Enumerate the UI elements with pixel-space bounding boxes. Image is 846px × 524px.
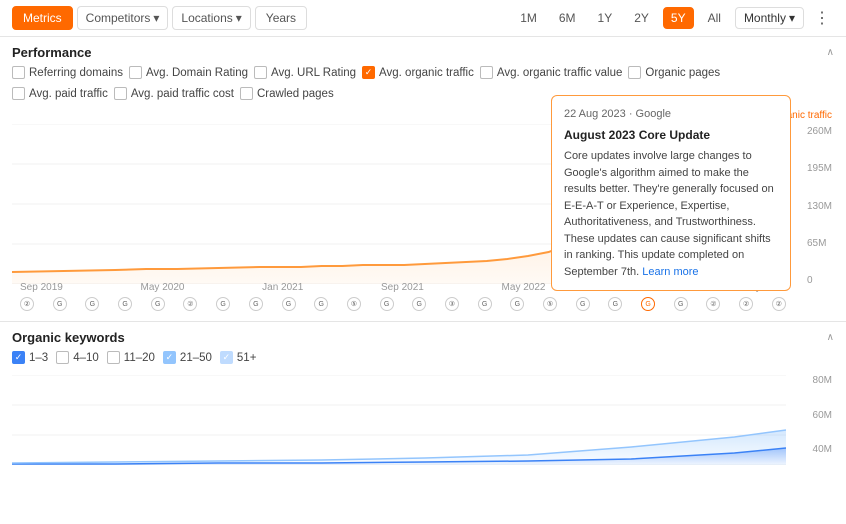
cb-organic-pages[interactable]: Organic pages bbox=[628, 66, 720, 79]
performance-section: Performance ∧ Referring domains Avg. Dom… bbox=[0, 37, 846, 322]
tab-metrics[interactable]: Metrics bbox=[12, 6, 73, 30]
cb-avg-domain-rating[interactable]: Avg. Domain Rating bbox=[129, 66, 248, 79]
event-dot-13[interactable]: G bbox=[412, 297, 426, 311]
event-dot-14[interactable]: ③ bbox=[445, 297, 459, 311]
range-controls: 1M 6M 1Y 2Y 5Y All Monthly ▾ ⋮ bbox=[512, 6, 834, 30]
range-all[interactable]: All bbox=[700, 7, 729, 29]
cb-icon bbox=[240, 87, 253, 100]
cb-crawled-pages[interactable]: Crawled pages bbox=[240, 87, 334, 100]
tab-locations[interactable]: Locations ▾ bbox=[172, 6, 250, 30]
cb-icon bbox=[12, 87, 25, 100]
event-dot-aug2023[interactable]: G bbox=[641, 297, 655, 311]
event-dot-6[interactable]: ② bbox=[183, 297, 197, 311]
chevron-down-icon: ▾ bbox=[789, 11, 795, 25]
event-dot-8[interactable]: G bbox=[249, 297, 263, 311]
organic-keywords-chart: 80M 60M 40M bbox=[0, 370, 846, 480]
range-2y[interactable]: 2Y bbox=[626, 7, 657, 29]
cb-icon bbox=[480, 66, 493, 79]
event-dot-17[interactable]: ⑤ bbox=[543, 297, 557, 311]
cb-referring-domains[interactable]: Referring domains bbox=[12, 66, 123, 79]
event-dot-5[interactable]: G bbox=[151, 297, 165, 311]
filter-4-10[interactable]: 4–10 bbox=[56, 351, 99, 364]
organic-keywords-section: Organic keywords ∧ ✓ 1–3 4–10 11–20 ✓ 21… bbox=[0, 322, 846, 480]
event-dot-1[interactable]: ② bbox=[20, 297, 34, 311]
event-dot-7[interactable]: G bbox=[216, 297, 230, 311]
cb-icon bbox=[254, 66, 267, 79]
performance-chart: Avg. organic traffic 260M 195M 130M 65M … bbox=[0, 106, 846, 321]
tooltip-body: Core updates involve large changes to Go… bbox=[564, 148, 778, 280]
organic-keywords-header: Organic keywords ∧ bbox=[0, 322, 846, 349]
cb-icon bbox=[129, 66, 142, 79]
period-selector[interactable]: Monthly ▾ bbox=[735, 7, 804, 29]
event-dot-4[interactable]: G bbox=[118, 297, 132, 311]
keyword-filter-row: ✓ 1–3 4–10 11–20 ✓ 21–50 ✓ 51+ bbox=[0, 349, 846, 370]
event-dots: ② G G G G ② G G G G ⑤ G G ③ G G ⑤ G G G … bbox=[20, 297, 786, 311]
checkbox-row-1: Referring domains Avg. Domain Rating Avg… bbox=[0, 64, 846, 85]
performance-header: Performance ∧ bbox=[0, 37, 846, 64]
event-tooltip: 22 Aug 2023 · Google August 2023 Core Up… bbox=[551, 95, 791, 292]
range-6m[interactable]: 6M bbox=[551, 7, 584, 29]
filter-21-50[interactable]: ✓ 21–50 bbox=[163, 351, 212, 364]
bottom-chart-svg bbox=[12, 375, 786, 465]
event-dot-12[interactable]: G bbox=[380, 297, 394, 311]
tab-competitors[interactable]: Competitors ▾ bbox=[77, 6, 169, 30]
collapse-icon[interactable]: ∧ bbox=[827, 47, 834, 58]
event-dot-10[interactable]: G bbox=[314, 297, 328, 311]
cb-avg-paid-traffic-cost[interactable]: Avg. paid traffic cost bbox=[114, 87, 234, 100]
event-dot-22[interactable]: ② bbox=[706, 297, 720, 311]
event-dot-2[interactable]: G bbox=[53, 297, 67, 311]
filter-51plus[interactable]: ✓ 51+ bbox=[220, 351, 257, 364]
cb-avg-url-rating[interactable]: Avg. URL Rating bbox=[254, 66, 356, 79]
cb-4-10 bbox=[56, 351, 69, 364]
cb-icon-checked: ✓ bbox=[362, 66, 375, 79]
tab-group: Metrics Competitors ▾ Locations ▾ Years bbox=[12, 6, 307, 30]
cb-11-20 bbox=[107, 351, 120, 364]
cb-51plus: ✓ bbox=[220, 351, 233, 364]
cb-1-3: ✓ bbox=[12, 351, 25, 364]
collapse-organic-icon[interactable]: ∧ bbox=[827, 332, 834, 343]
cb-icon bbox=[114, 87, 127, 100]
tooltip-date: 22 Aug 2023 · Google bbox=[564, 106, 778, 123]
event-dot-15[interactable]: G bbox=[478, 297, 492, 311]
event-dot-24[interactable]: ② bbox=[772, 297, 786, 311]
filter-11-20[interactable]: 11–20 bbox=[107, 351, 155, 364]
range-1m[interactable]: 1M bbox=[512, 7, 545, 29]
cb-avg-paid-traffic[interactable]: Avg. paid traffic bbox=[12, 87, 108, 100]
event-dot-3[interactable]: G bbox=[85, 297, 99, 311]
filter-1-3[interactable]: ✓ 1–3 bbox=[12, 351, 48, 364]
bottom-y-axis: 80M 60M 40M bbox=[813, 375, 832, 455]
top-navigation: Metrics Competitors ▾ Locations ▾ Years … bbox=[0, 0, 846, 37]
performance-title: Performance bbox=[12, 45, 91, 60]
chevron-down-icon: ▾ bbox=[153, 11, 159, 25]
cb-icon bbox=[12, 66, 25, 79]
event-dot-23[interactable]: ② bbox=[739, 297, 753, 311]
more-options-button[interactable]: ⋮ bbox=[810, 6, 834, 30]
event-dot-11[interactable]: ⑤ bbox=[347, 297, 361, 311]
range-5y[interactable]: 5Y bbox=[663, 7, 694, 29]
event-dot-19[interactable]: G bbox=[608, 297, 622, 311]
y-axis: 260M 195M 130M 65M 0 bbox=[807, 126, 832, 286]
event-dot-16[interactable]: G bbox=[510, 297, 524, 311]
cb-21-50: ✓ bbox=[163, 351, 176, 364]
cb-avg-organic-traffic-value[interactable]: Avg. organic traffic value bbox=[480, 66, 623, 79]
chevron-down-icon: ▾ bbox=[236, 11, 242, 25]
cb-icon bbox=[628, 66, 641, 79]
learn-more-link[interactable]: Learn more bbox=[642, 266, 698, 278]
range-1y[interactable]: 1Y bbox=[590, 7, 621, 29]
event-dot-18[interactable]: G bbox=[576, 297, 590, 311]
event-dot-9[interactable]: G bbox=[282, 297, 296, 311]
tooltip-title: August 2023 Core Update bbox=[564, 126, 778, 144]
organic-keywords-title: Organic keywords bbox=[12, 330, 125, 345]
event-dot-21[interactable]: G bbox=[674, 297, 688, 311]
cb-avg-organic-traffic[interactable]: ✓ Avg. organic traffic bbox=[362, 66, 474, 79]
tab-years[interactable]: Years bbox=[255, 6, 307, 30]
